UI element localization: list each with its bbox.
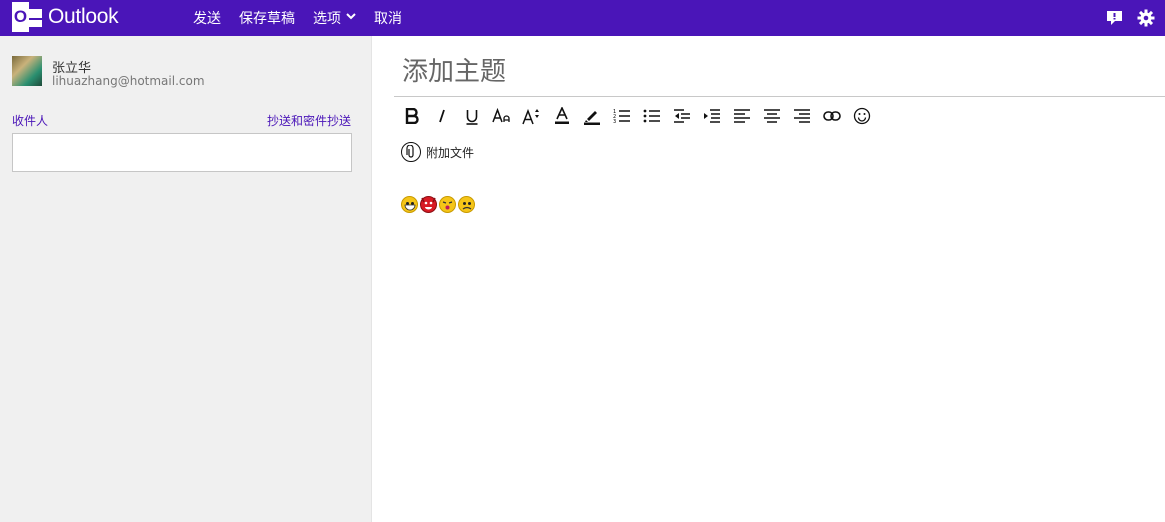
paperclip-icon (401, 142, 421, 162)
grin-emoticon-icon (401, 196, 418, 213)
top-right-icons (1105, 0, 1155, 36)
format-toolbar: 123 (397, 104, 877, 128)
insert-link-icon[interactable] (817, 104, 847, 128)
font-size-icon[interactable] (487, 104, 517, 128)
avatar (12, 56, 42, 86)
font-color-icon[interactable] (547, 104, 577, 128)
compose-menu: 发送 保存草稿 选项 取消 (184, 0, 411, 36)
attach-file-label: 附加文件 (426, 145, 475, 160)
address-panel: 张立华 lihuazhang@hotmail.com 收件人 抄送和密件抄送 (0, 36, 372, 522)
underline-icon[interactable] (457, 104, 487, 128)
options-label: 选项 (313, 11, 341, 27)
align-center-icon[interactable] (757, 104, 787, 128)
to-input[interactable] (12, 133, 352, 172)
options-menu[interactable]: 选项 (304, 8, 365, 28)
outlook-logo-icon: O (12, 2, 44, 32)
cc-bcc-link[interactable]: 抄送和密件抄送 (267, 112, 351, 129)
align-right-icon[interactable] (787, 104, 817, 128)
italic-icon[interactable] (427, 104, 457, 128)
worried-emoticon-icon (458, 196, 475, 213)
grow-font-icon[interactable] (517, 104, 547, 128)
emoticons-icon[interactable] (847, 104, 877, 128)
align-left-icon[interactable] (727, 104, 757, 128)
attach-file-button[interactable]: 附加文件 (401, 142, 474, 162)
bulleted-list-icon[interactable] (637, 104, 667, 128)
outlook-logo[interactable]: O Outlook (12, 2, 119, 32)
highlight-icon[interactable] (577, 104, 607, 128)
increase-indent-icon[interactable] (697, 104, 727, 128)
send-button[interactable]: 发送 (184, 8, 230, 28)
decrease-indent-icon[interactable] (667, 104, 697, 128)
svg-text:3: 3 (613, 119, 616, 124)
kiss-emoticon-icon (439, 196, 456, 213)
sender-email: lihuazhang@hotmail.com (52, 74, 205, 88)
save-draft-button[interactable]: 保存草稿 (230, 8, 304, 28)
chevron-down-icon (346, 13, 356, 23)
top-bar: O Outlook 发送 保存草稿 选项 取消 (0, 0, 1165, 36)
devil-emoticon-icon (420, 196, 437, 213)
cancel-button[interactable]: 取消 (365, 8, 411, 28)
bold-icon[interactable] (397, 104, 427, 128)
gear-icon[interactable] (1137, 9, 1155, 27)
feedback-icon[interactable] (1105, 9, 1123, 27)
message-body[interactable] (401, 196, 475, 213)
numbered-list-icon[interactable]: 123 (607, 104, 637, 128)
app-name: Outlook (48, 5, 119, 28)
to-label[interactable]: 收件人 (12, 112, 48, 129)
subject-input[interactable] (394, 36, 1165, 97)
